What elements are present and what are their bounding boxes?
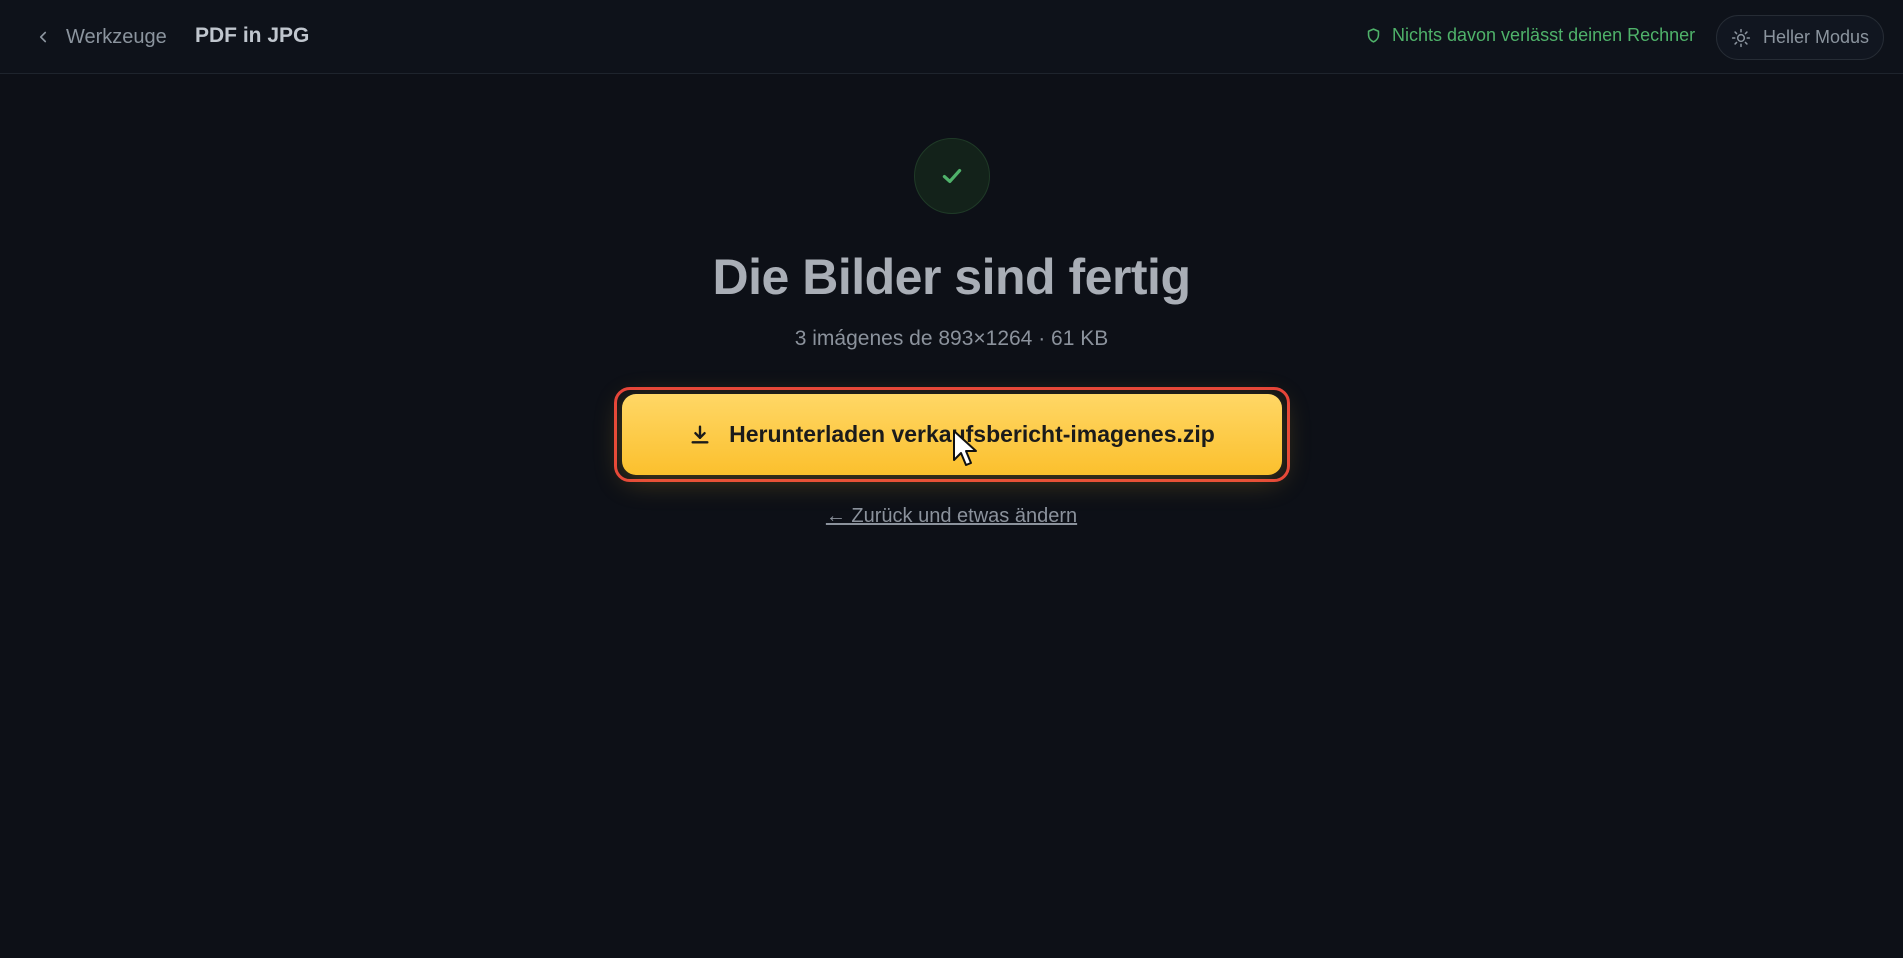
shield-icon xyxy=(1367,28,1380,43)
download-icon xyxy=(691,425,709,444)
back-and-change: ← Zurück und etwas ändern xyxy=(0,505,1903,528)
download-zip-button[interactable]: Herunterladen verkaufsbericht-imagenes.z… xyxy=(622,394,1282,475)
back-link-label: Werkzeuge xyxy=(66,25,167,48)
back-and-change-link[interactable]: ← Zurück und etwas ändern xyxy=(826,505,1077,527)
result-meta: 3 imágenes de 893×1264 · 61 KB xyxy=(794,327,1109,350)
chevron-left-icon xyxy=(39,31,47,43)
sun-icon xyxy=(1731,28,1751,47)
top-bar: Werkzeuge PDF in JPG Nichts davon verläs… xyxy=(0,0,1903,74)
page-title: PDF in JPG xyxy=(195,24,310,47)
check-icon xyxy=(942,168,962,184)
light-mode-label: Heller Modus xyxy=(1762,27,1870,47)
privacy-note-text: Nichts davon verlässt deinen Rechner xyxy=(1392,25,1696,45)
privacy-note: Nichts davon verlässt deinen Rechner xyxy=(1365,25,1695,46)
success-badge xyxy=(914,138,990,214)
download-button-label: Herunterladen verkaufsbericht-imagenes.z… xyxy=(729,421,1215,447)
back-to-tools-link[interactable]: Werkzeuge xyxy=(34,22,167,52)
light-mode-toggle[interactable]: Heller Modus xyxy=(1716,15,1884,60)
result-headline: Die Bilder sind fertig xyxy=(712,249,1191,305)
